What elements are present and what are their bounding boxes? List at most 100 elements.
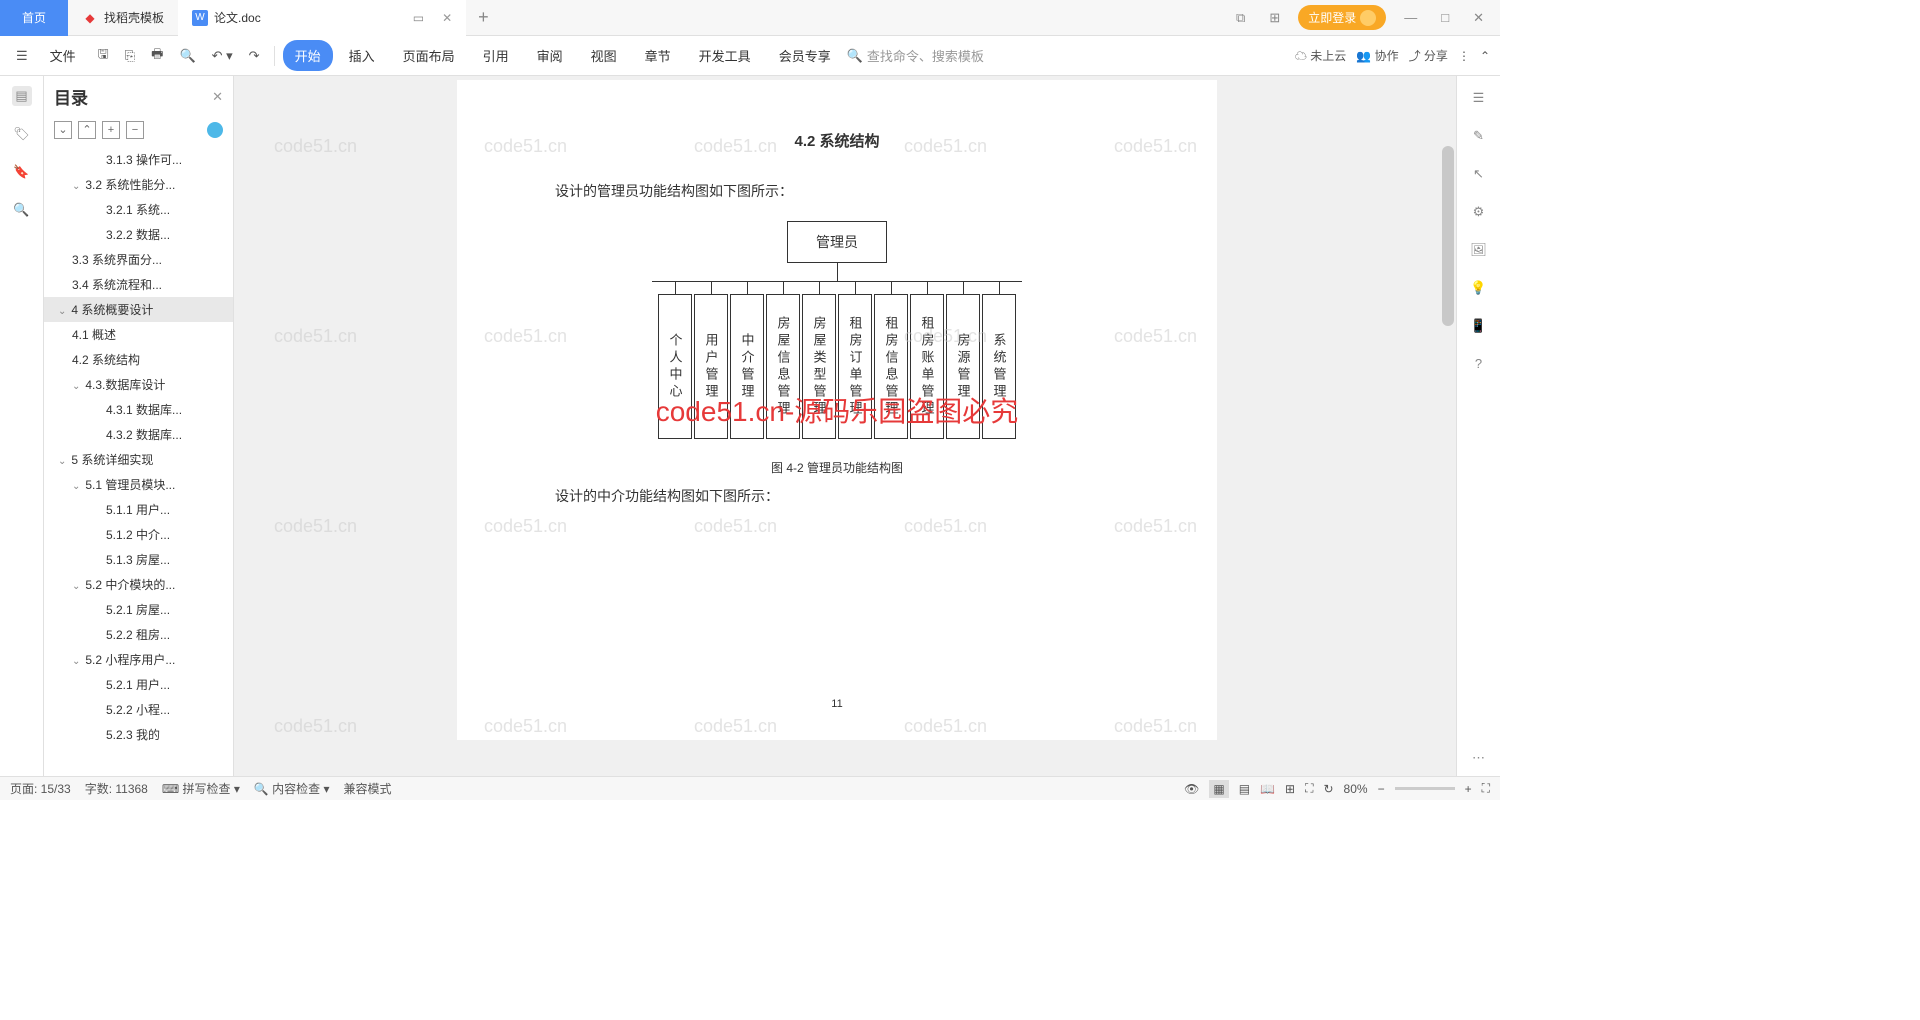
lightbulb-icon[interactable]: 💡 (1470, 280, 1486, 296)
toc-item[interactable]: 3.3 系统界面分... (44, 247, 233, 272)
minimize-icon[interactable]: — (1398, 10, 1423, 25)
preview-icon[interactable]: 🔍 (173, 44, 201, 68)
close-icon[interactable]: ✕ (1467, 10, 1490, 26)
toc-item[interactable]: ⌄ 5 系统详细实现 (44, 447, 233, 472)
toc-item[interactable]: 3.4 系统流程和... (44, 272, 233, 297)
toc-item[interactable]: ⌄ 3.2 系统性能分... (44, 172, 233, 197)
zoom-slider[interactable] (1395, 787, 1455, 790)
tag-icon[interactable]: 🏷 (12, 124, 32, 144)
save-icon[interactable]: 🖫 (92, 41, 115, 71)
toc-item[interactable]: 5.2.2 小程... (44, 697, 233, 722)
share-button[interactable]: ⤴ 分享 (1409, 47, 1448, 64)
toc-item[interactable]: 3.2.2 数据... (44, 222, 233, 247)
menu-start[interactable]: 开始 (283, 40, 333, 71)
collapse-all-icon[interactable]: ⌄ (54, 121, 72, 139)
eye-icon[interactable]: 👁 (1184, 782, 1199, 796)
rotate-icon[interactable]: ↻ (1323, 782, 1333, 796)
toc-item[interactable]: 5.2.1 房屋... (44, 597, 233, 622)
toc-item[interactable]: 3.2.1 系统... (44, 197, 233, 222)
fullscreen-icon[interactable]: ⛶ (1482, 781, 1490, 796)
redo-icon[interactable]: ↷ (243, 44, 266, 68)
toc-item[interactable]: 4.3.1 数据库... (44, 397, 233, 422)
toc-item[interactable]: 4.1 概述 (44, 322, 233, 347)
watermark: code51.cn-源码乐园盗图必究 (656, 390, 1019, 430)
undo-icon[interactable]: ↶ ▾ (206, 44, 239, 68)
tab-add-button[interactable]: + (466, 7, 501, 28)
saveas-icon[interactable]: ⎘ (119, 44, 141, 68)
menu-dev[interactable]: 开发工具 (687, 40, 763, 71)
image-icon[interactable]: 🖼 (1470, 242, 1487, 258)
content-check[interactable]: 🔍 内容检查 ▾ (254, 780, 330, 797)
menu-layout[interactable]: 页面布局 (391, 40, 467, 71)
view-outline-icon[interactable]: 📖 (1260, 782, 1275, 796)
paragraph: 设计的中介功能结构图如下图所示： (527, 486, 1147, 506)
word-count[interactable]: 字数: 11368 (85, 780, 148, 797)
login-button[interactable]: 立即登录 (1298, 5, 1386, 30)
toc-item[interactable]: ⌄ 5.2 中介模块的... (44, 572, 233, 597)
menu-member[interactable]: 会员专享 (767, 40, 843, 71)
toc-item[interactable]: 4.3.2 数据库... (44, 422, 233, 447)
view-read-icon[interactable]: ⊞ (1285, 782, 1295, 796)
menu-insert[interactable]: 插入 (337, 40, 387, 71)
collapse-icon[interactable]: ⌃ (1480, 49, 1490, 63)
page-count[interactable]: 页面: 15/33 (10, 780, 71, 797)
toc-item[interactable]: ⌄ 5.1 管理员模块... (44, 472, 233, 497)
device-icon[interactable]: 📱 (1470, 318, 1486, 334)
settings-icon[interactable]: ⚙ (1473, 204, 1485, 220)
cloud-status[interactable]: ☁ 未上云 (1295, 47, 1346, 64)
toc-item[interactable]: ⌄ 4 系统概要设计 (44, 297, 233, 322)
tab-close-icon[interactable]: ✕ (442, 11, 452, 25)
tab-template[interactable]: ◆找稻壳模板 (68, 0, 178, 36)
tab-window-icon[interactable]: ▭ (407, 11, 430, 25)
grid-icon[interactable]: ⊞ (1263, 10, 1286, 26)
compat-mode[interactable]: 兼容模式 (344, 780, 392, 797)
toc-item[interactable]: 5.1.3 房屋... (44, 547, 233, 572)
toc-item[interactable]: ⌄ 4.3.数据库设计 (44, 372, 233, 397)
view-web-icon[interactable]: ▤ (1239, 782, 1250, 796)
zoom-out-icon[interactable]: − (1378, 782, 1385, 796)
spell-check[interactable]: ⌨ 拼写检查 ▾ (162, 780, 240, 797)
menu-file[interactable]: 文件 (38, 40, 88, 71)
tab-home[interactable]: 首页 (0, 0, 68, 36)
cursor-icon[interactable]: ↖ (1473, 166, 1484, 182)
zoom-level[interactable]: 80% (1344, 782, 1368, 796)
document-area[interactable]: 4.2 系统结构 设计的管理员功能结构图如下图所示： 管理员 个人中心用户管理中… (234, 76, 1440, 776)
scrollbar[interactable] (1440, 76, 1456, 776)
toc-item[interactable]: 5.2.3 我的 (44, 722, 233, 747)
tab-doc[interactable]: W论文.doc▭✕ (178, 0, 466, 36)
menu-ref[interactable]: 引用 (471, 40, 521, 71)
outline-icon[interactable]: ▤ (12, 86, 32, 106)
menu-icon[interactable]: ☰ (1473, 90, 1485, 106)
help-icon[interactable]: ? (1475, 356, 1482, 371)
menu-review[interactable]: 审阅 (525, 40, 575, 71)
fit-icon[interactable]: ⛶ (1305, 781, 1313, 796)
view-page-icon[interactable]: ▦ (1209, 780, 1228, 798)
toc-item[interactable]: 5.2.2 租房... (44, 622, 233, 647)
demote-icon[interactable]: − (126, 121, 144, 139)
hamburger-icon[interactable]: ☰ (10, 44, 34, 68)
toc-item[interactable]: 3.1.3 操作可... (44, 147, 233, 172)
search-command[interactable]: 🔍查找命令、搜索模板 (847, 46, 984, 65)
print-icon[interactable]: 🖶 (145, 41, 169, 71)
zoom-in-icon[interactable]: + (1465, 782, 1472, 796)
maximize-icon[interactable]: □ (1435, 10, 1455, 25)
find-icon[interactable]: 🔍 (12, 200, 32, 220)
outline-close-icon[interactable]: ✕ (212, 89, 223, 105)
toc-item[interactable]: 5.1.2 中介... (44, 522, 233, 547)
sync-icon[interactable] (207, 122, 223, 138)
menu-view[interactable]: 视图 (579, 40, 629, 71)
layout-icon[interactable]: ⧉ (1230, 10, 1251, 26)
more-tools-icon[interactable]: ⋯ (1472, 750, 1485, 766)
bookmark-icon[interactable]: 🔖 (12, 162, 32, 182)
pen-icon[interactable]: ✎ (1473, 128, 1484, 144)
toc-item[interactable]: 4.2 系统结构 (44, 347, 233, 372)
more-icon[interactable]: ⋮ (1458, 49, 1470, 63)
menu-chapter[interactable]: 章节 (633, 40, 683, 71)
promote-icon[interactable]: + (102, 121, 120, 139)
toc-item[interactable]: ⌄ 5.2 小程序用户... (44, 647, 233, 672)
collab-button[interactable]: 👥 协作 (1356, 47, 1398, 64)
toc-item[interactable]: 5.1.1 用户... (44, 497, 233, 522)
toc-item[interactable]: 5.2.1 用户... (44, 672, 233, 697)
scroll-thumb[interactable] (1442, 146, 1454, 326)
expand-all-icon[interactable]: ⌃ (78, 121, 96, 139)
